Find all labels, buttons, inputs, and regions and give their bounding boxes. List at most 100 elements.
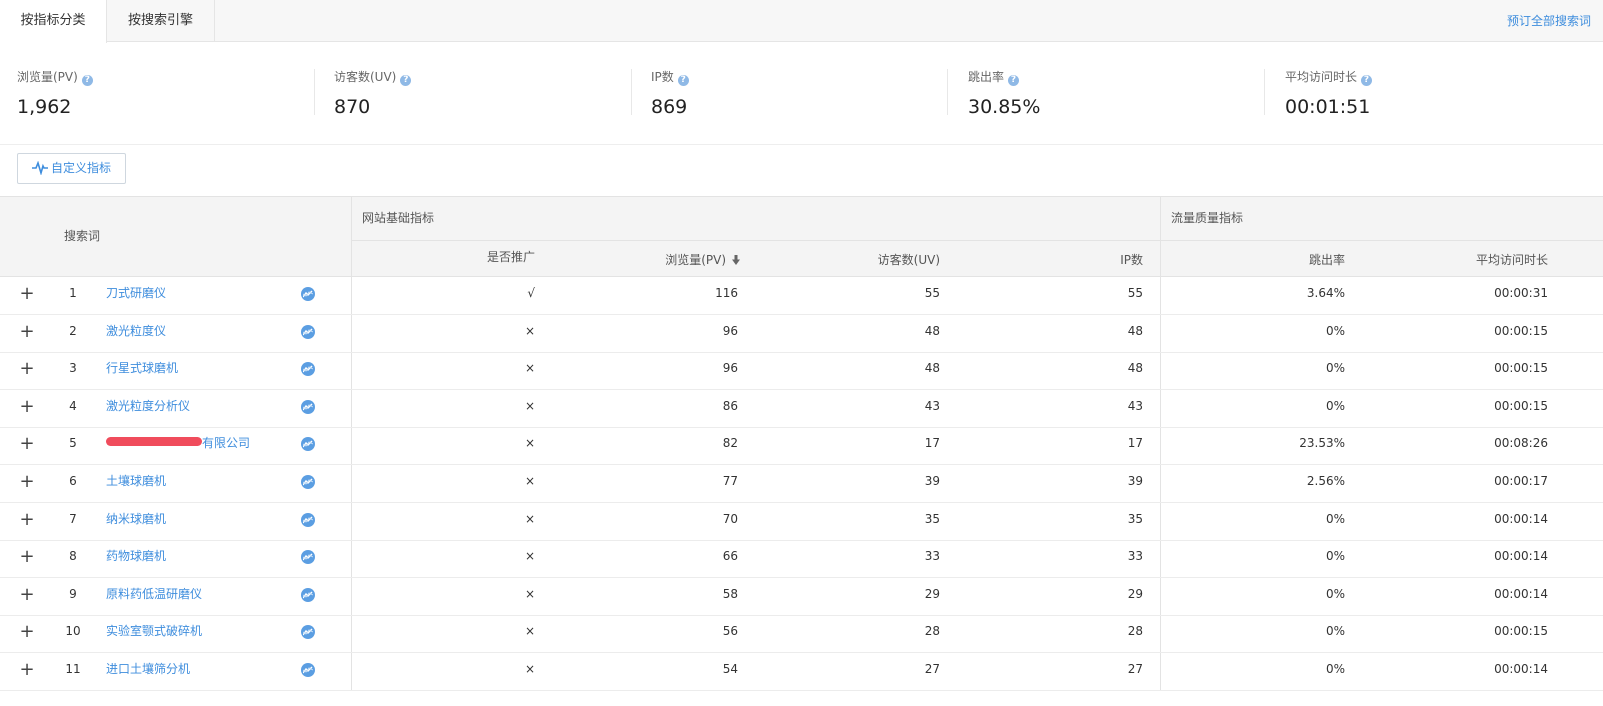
trend-chart-icon[interactable]: [301, 513, 315, 527]
custom-metrics-label: 自定义指标: [50, 161, 111, 175]
col-duration[interactable]: 平均访问时长: [1420, 251, 1548, 268]
col-pv-sort[interactable]: 浏览量(PV): [600, 251, 740, 268]
expand-icon[interactable]: +: [19, 315, 35, 352]
keyword-label: 行星式球磨机: [106, 361, 179, 375]
expand-icon[interactable]: +: [19, 390, 35, 427]
expand-icon[interactable]: +: [19, 465, 35, 502]
table-row: +10 实验室颚式破碎机 × 56 28 28 0% 00:00:15: [0, 615, 1603, 653]
bounce-rate-value: 23.53%: [1299, 436, 1345, 450]
divider: [314, 69, 315, 115]
pv-value: 54: [722, 662, 738, 676]
table-row: +2 激光粒度仪 × 96 48 48 0% 00:00:15: [0, 315, 1603, 353]
row-index: 5: [69, 436, 77, 450]
keyword-link[interactable]: 纳米球磨机: [106, 503, 166, 540]
metric-value: 30.85%: [968, 96, 1041, 118]
promoted-mark: ×: [524, 624, 535, 638]
expand-icon[interactable]: +: [19, 277, 35, 314]
uv-value: 33: [924, 549, 940, 563]
metric-label: 访客数(UV): [334, 70, 397, 84]
keyword-link[interactable]: 原料药低温研磨仪: [106, 578, 202, 615]
table-row: +3 行星式球磨机 × 96 48 48 0% 00:00:15: [0, 352, 1603, 390]
trend-chart-icon[interactable]: [301, 437, 315, 451]
help-icon[interactable]: ?: [81, 75, 93, 86]
trend-chart-icon[interactable]: [301, 325, 315, 339]
row-index: 9: [69, 587, 77, 601]
help-icon[interactable]: ?: [677, 75, 689, 86]
pulse-icon: [31, 160, 48, 176]
custom-metrics-button[interactable]: 自定义指标: [17, 153, 126, 184]
bounce-rate-value: 0%: [1325, 324, 1345, 338]
bounce-rate-value: 0%: [1325, 587, 1345, 601]
expand-icon[interactable]: +: [19, 540, 35, 577]
divider: [1264, 69, 1265, 115]
ip-value: 29: [1127, 587, 1143, 601]
duration-value: 00:00:14: [1494, 587, 1548, 601]
keyword-link[interactable]: 刀式研磨仪: [106, 277, 166, 314]
promoted-mark: ×: [524, 549, 535, 563]
promoted-mark: ×: [524, 474, 535, 488]
tab-by-search-engine[interactable]: 按搜索引擎: [107, 0, 215, 42]
keyword-link[interactable]: 进口土壤筛分机: [106, 653, 190, 690]
col-uv[interactable]: 访客数(UV): [820, 251, 940, 268]
keyword-link[interactable]: 激光粒度分析仪: [106, 390, 190, 427]
trend-chart-icon[interactable]: [301, 550, 315, 564]
trend-chart-icon[interactable]: [301, 588, 315, 602]
keyword-label: 刀式研磨仪: [106, 286, 167, 300]
col-ip[interactable]: IP数: [1020, 251, 1143, 268]
pv-value: 56: [722, 624, 738, 638]
trend-chart-icon[interactable]: [301, 625, 315, 639]
expand-icon[interactable]: +: [19, 503, 35, 540]
expand-icon[interactable]: +: [19, 653, 35, 690]
metric-label: 跳出率: [968, 70, 1005, 84]
duration-value: 00:00:14: [1494, 549, 1548, 563]
pv-value: 58: [722, 587, 738, 601]
tab-by-metric[interactable]: 按指标分类: [0, 0, 107, 43]
table-row: +11 进口土壤筛分机 × 54 27 27 0% 00:00:14: [0, 653, 1603, 691]
col-bounce[interactable]: 跳出率: [1225, 251, 1345, 268]
metric-ip: IP数? 869: [651, 69, 951, 119]
promoted-mark: ×: [524, 587, 535, 601]
col-promoted[interactable]: 是否推广: [435, 248, 535, 265]
pv-value: 96: [722, 324, 738, 338]
trend-chart-icon[interactable]: [301, 663, 315, 677]
row-index: 1: [69, 286, 77, 300]
expand-icon[interactable]: +: [19, 615, 35, 652]
trend-chart-icon[interactable]: [301, 400, 315, 414]
help-icon[interactable]: ?: [400, 75, 412, 86]
expand-icon[interactable]: +: [19, 352, 35, 389]
keyword-label: 激光粒度分析仪: [106, 399, 191, 413]
help-icon[interactable]: ?: [1361, 75, 1373, 86]
keyword-label: 药物球磨机: [106, 549, 167, 563]
promoted-mark: ×: [524, 662, 535, 676]
keyword-link[interactable]: 有限公司: [106, 427, 250, 464]
keyword-link[interactable]: 激光粒度仪: [106, 315, 166, 352]
subscribe-all-keywords-link[interactable]: 预订全部搜索词: [1507, 12, 1591, 29]
ip-value: 55: [1127, 286, 1143, 300]
pv-value: 77: [722, 474, 738, 488]
keyword-link[interactable]: 行星式球磨机: [106, 352, 178, 389]
keyword-link[interactable]: 实验室颚式破碎机: [106, 615, 202, 652]
expand-icon[interactable]: +: [19, 578, 35, 615]
metric-bounce-rate: 跳出率? 30.85%: [968, 69, 1268, 119]
keyword-link[interactable]: 土壤球磨机: [106, 465, 166, 502]
expand-icon[interactable]: +: [19, 427, 35, 464]
help-icon[interactable]: ?: [1008, 75, 1020, 86]
trend-chart-icon[interactable]: [301, 362, 315, 376]
uv-value: 17: [924, 436, 940, 450]
trend-chart-icon[interactable]: [301, 287, 315, 301]
metric-label: IP数: [651, 70, 674, 84]
row-index: 3: [69, 361, 77, 375]
trend-chart-icon[interactable]: [301, 475, 315, 489]
uv-value: 48: [924, 361, 940, 375]
keyword-label: 进口土壤筛分机: [106, 662, 191, 676]
ip-value: 48: [1127, 361, 1143, 375]
bounce-rate-value: 2.56%: [1306, 474, 1345, 488]
bounce-rate-value: 0%: [1325, 662, 1345, 676]
divider: [631, 69, 632, 115]
row-index: 6: [69, 474, 77, 488]
keyword-label: 有限公司: [202, 436, 251, 450]
duration-value: 00:00:15: [1494, 361, 1548, 375]
row-index: 8: [69, 549, 77, 563]
ip-value: 43: [1127, 399, 1143, 413]
keyword-link[interactable]: 药物球磨机: [106, 540, 166, 577]
